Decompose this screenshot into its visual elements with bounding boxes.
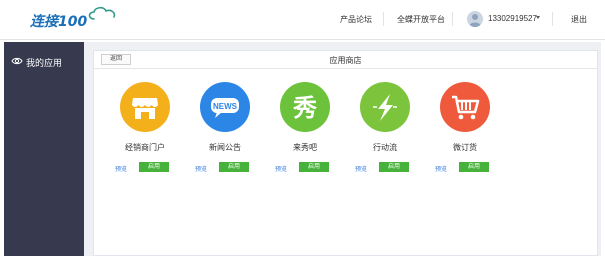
app-name: 来秀吧 bbox=[293, 143, 317, 152]
app-card-action-flow: 行动流 预览 启用 bbox=[354, 82, 424, 182]
main-content: 返回 应用商店 经销商门户 预览 启用 NEWS 新闻公告 预览 启用 秀 来秀… bbox=[84, 42, 601, 256]
page-title: 应用商店 bbox=[329, 56, 362, 65]
enable-button[interactable]: 启用 bbox=[459, 162, 489, 172]
app-card-dealer-portal: 经销商门户 预览 启用 bbox=[114, 82, 184, 182]
shop-icon[interactable] bbox=[120, 82, 170, 132]
app-name: 经销商门户 bbox=[125, 143, 165, 152]
app-card-news: NEWS 新闻公告 预览 启用 bbox=[194, 82, 264, 182]
logout-link[interactable]: 退出 bbox=[571, 14, 587, 25]
sidebar-item-label: 我的应用 bbox=[26, 58, 63, 68]
sidebar: 我的应用 bbox=[4, 42, 84, 256]
panel-header: 返回 应用商店 bbox=[94, 51, 597, 69]
app-name: 行动流 bbox=[373, 143, 397, 152]
app-store-panel: 返回 应用商店 经销商门户 预览 启用 NEWS 新闻公告 预览 启用 秀 来秀… bbox=[93, 50, 598, 256]
app-card-show: 秀 来秀吧 预览 启用 bbox=[274, 82, 344, 182]
logo[interactable]: 连接100 bbox=[30, 6, 116, 31]
app-name: 微订货 bbox=[453, 143, 477, 152]
nav-link-forum[interactable]: 产品论坛 bbox=[340, 14, 372, 25]
chevron-down-icon[interactable] bbox=[536, 16, 540, 19]
lightning-icon[interactable] bbox=[360, 82, 410, 132]
nav-link-open-platform[interactable]: 全蝶开放平台 bbox=[397, 14, 445, 25]
cloud-icon bbox=[88, 6, 116, 20]
news-bubble-icon[interactable]: NEWS bbox=[200, 82, 250, 132]
preview-link[interactable]: 预览 bbox=[115, 164, 127, 173]
user-icon bbox=[469, 14, 481, 27]
preview-link[interactable]: 预览 bbox=[435, 164, 447, 173]
enable-button[interactable]: 启用 bbox=[219, 162, 249, 172]
preview-link[interactable]: 预览 bbox=[195, 164, 207, 173]
top-bar: 连接100 产品论坛 全蝶开放平台 13302919527 退出 bbox=[0, 0, 605, 40]
show-icon[interactable]: 秀 bbox=[280, 82, 330, 132]
enable-button[interactable]: 启用 bbox=[299, 162, 329, 172]
enable-button[interactable]: 启用 bbox=[139, 162, 169, 172]
cart-icon[interactable] bbox=[440, 82, 490, 132]
preview-link[interactable]: 预览 bbox=[275, 164, 287, 173]
logo-text: 连接100 bbox=[30, 14, 88, 30]
svg-text:NEWS: NEWS bbox=[213, 102, 238, 111]
preview-link[interactable]: 预览 bbox=[355, 164, 367, 173]
eye-icon bbox=[11, 57, 23, 65]
avatar[interactable] bbox=[467, 11, 483, 27]
nav-divider bbox=[452, 12, 453, 26]
app-card-micro-order: 微订货 预览 启用 bbox=[434, 82, 504, 182]
nav-divider bbox=[383, 12, 384, 26]
username[interactable]: 13302919527 bbox=[488, 14, 537, 23]
svg-text:秀: 秀 bbox=[292, 94, 317, 122]
enable-button[interactable]: 启用 bbox=[379, 162, 409, 172]
nav-divider bbox=[552, 12, 553, 26]
app-name: 新闻公告 bbox=[209, 143, 241, 152]
sidebar-item-my-apps[interactable]: 我的应用 bbox=[4, 50, 84, 72]
